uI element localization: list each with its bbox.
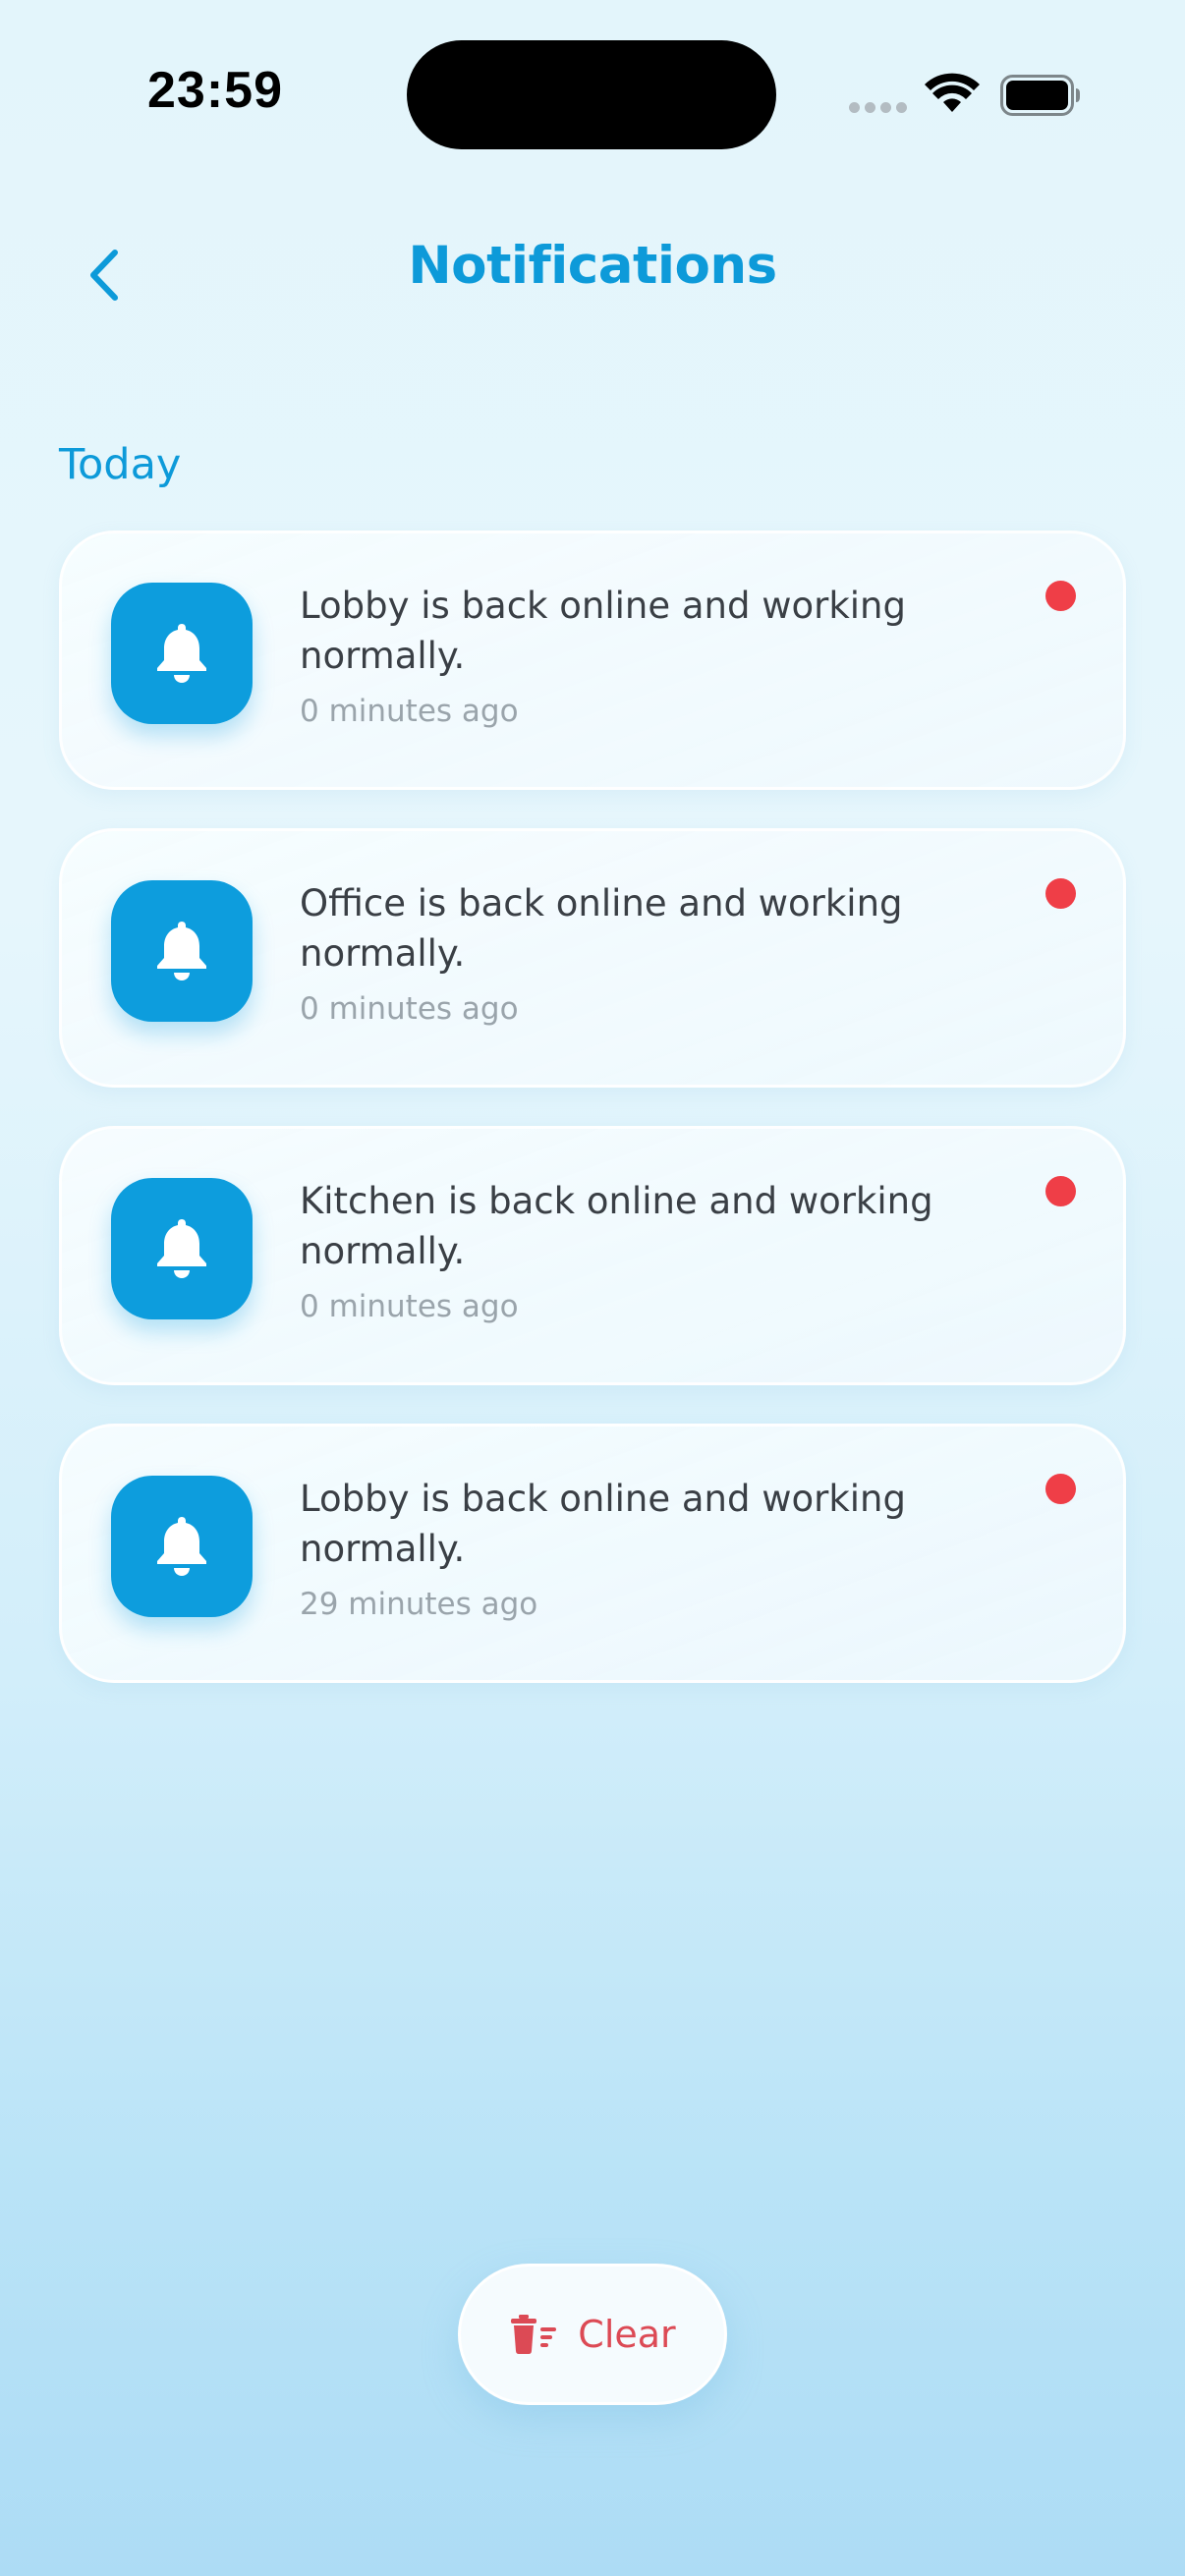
- notification-content: Lobby is back online and working normall…: [300, 581, 1007, 729]
- notification-content: Kitchen is back online and working norma…: [300, 1176, 1007, 1324]
- bell-icon: [157, 922, 206, 980]
- bell-icon: [157, 624, 206, 683]
- bell-icon: [157, 1219, 206, 1278]
- notification-card[interactable]: Office is back online and working normal…: [59, 828, 1126, 1088]
- bell-icon: [157, 1517, 206, 1576]
- notification-content: Lobby is back online and working normall…: [300, 1474, 1007, 1622]
- notification-message: Office is back online and working normal…: [300, 882, 903, 975]
- section-label-today: Today: [59, 440, 182, 489]
- notification-timestamp: 0 minutes ago: [300, 1289, 519, 1324]
- notification-timestamp: 29 minutes ago: [300, 1587, 538, 1622]
- clear-button[interactable]: Clear: [458, 2264, 727, 2405]
- notification-message: Kitchen is back online and working norma…: [300, 1180, 933, 1272]
- notification-content: Office is back online and working normal…: [300, 878, 1007, 1027]
- clear-button-label: Clear: [578, 2313, 676, 2356]
- wifi-icon: [925, 73, 980, 112]
- notification-timestamp: 0 minutes ago: [300, 991, 519, 1027]
- unread-indicator: [1045, 1176, 1076, 1206]
- notification-message: Lobby is back online and working normall…: [300, 585, 906, 677]
- notification-icon-box: [111, 1178, 253, 1319]
- notification-card[interactable]: Lobby is back online and working normall…: [59, 1424, 1126, 1683]
- unread-indicator: [1045, 581, 1076, 611]
- notification-card[interactable]: Kitchen is back online and working norma…: [59, 1126, 1126, 1385]
- notification-message: Lobby is back online and working normall…: [300, 1478, 906, 1570]
- unread-indicator: [1045, 1474, 1076, 1504]
- status-time: 23:59: [147, 62, 283, 119]
- trash-list-icon: [511, 2315, 557, 2354]
- notification-icon-box: [111, 1476, 253, 1617]
- notification-timestamp: 0 minutes ago: [300, 694, 519, 729]
- cellular-signal-icon: [849, 102, 907, 113]
- notification-icon-box: [111, 880, 253, 1022]
- battery-icon: [1000, 75, 1080, 116]
- notification-list: Lobby is back online and working normall…: [59, 531, 1126, 1721]
- page-title: Notifications: [408, 236, 777, 296]
- dynamic-island: [407, 40, 776, 149]
- unread-indicator: [1045, 878, 1076, 909]
- notification-icon-box: [111, 583, 253, 724]
- notification-card[interactable]: Lobby is back online and working normall…: [59, 531, 1126, 790]
